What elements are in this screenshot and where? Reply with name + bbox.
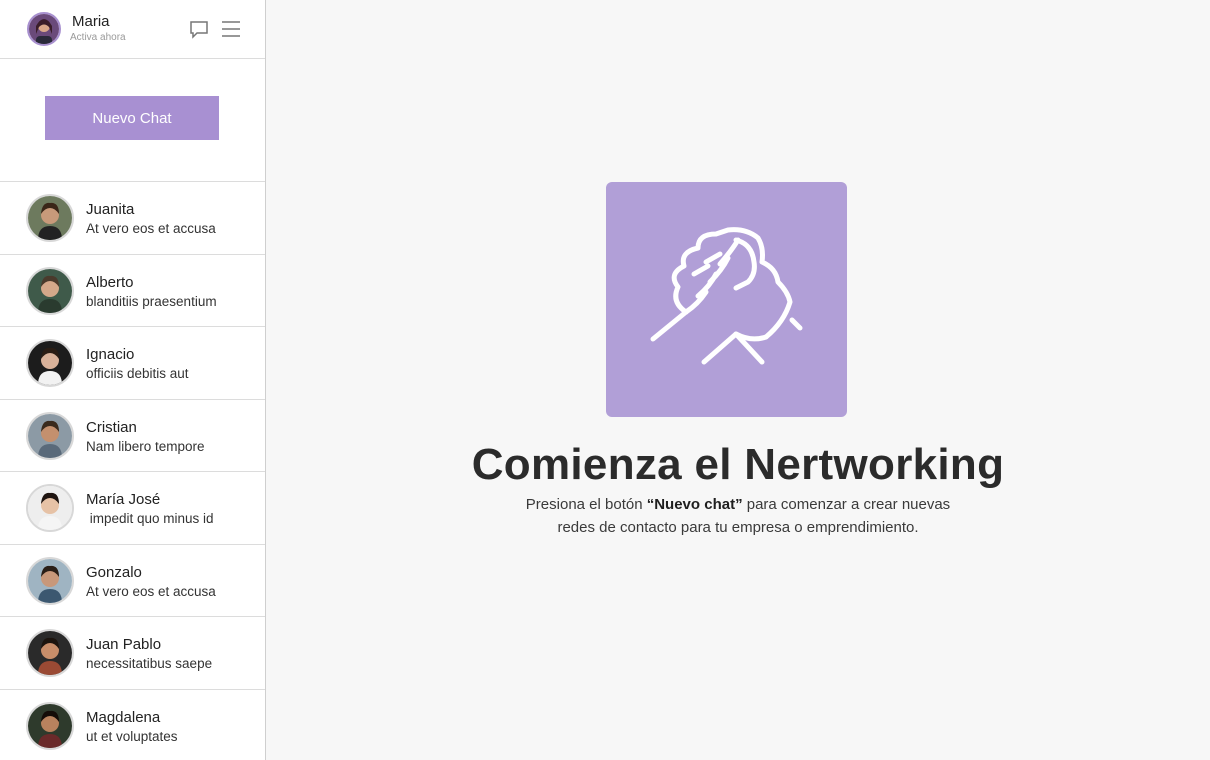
chat-list-item[interactable]: Alberto blanditiis praesentium bbox=[0, 255, 265, 327]
chat-list-item[interactable]: Cristian Nam libero tempore bbox=[0, 400, 265, 472]
hero-title: Comienza el Nertworking bbox=[471, 440, 1005, 489]
hero-illustration bbox=[606, 182, 847, 417]
last-message: At vero eos et accusa bbox=[86, 583, 216, 599]
contact-name: Ignacio bbox=[86, 346, 135, 363]
contact-name: María José bbox=[86, 491, 161, 508]
hero-desc-bold: “Nuevo chat” bbox=[646, 496, 743, 513]
chat-list-item[interactable]: Ignacio officiis debitis aut bbox=[0, 327, 265, 400]
chat-list-item[interactable]: María José impedit quo minus id bbox=[0, 472, 265, 545]
chat-list-item[interactable]: Gonzalo At vero eos et accusa bbox=[0, 545, 265, 617]
hamburger-menu-icon[interactable] bbox=[220, 18, 242, 40]
last-message: Nam libero tempore bbox=[86, 438, 205, 454]
chat-list-item[interactable]: Magdalena ut et voluptates bbox=[0, 690, 265, 760]
contact-avatar bbox=[26, 701, 74, 750]
contact-name: Cristian bbox=[86, 418, 137, 436]
last-message: impedit quo minus id bbox=[86, 511, 214, 526]
profile-header: Maria Activa ahora bbox=[0, 0, 265, 59]
contact-avatar bbox=[26, 411, 74, 460]
user-status: Activa ahora bbox=[70, 32, 126, 43]
chat-bubble-icon[interactable] bbox=[188, 18, 210, 40]
contact-avatar bbox=[26, 194, 74, 242]
new-chat-section: Nuevo Chat bbox=[0, 59, 265, 182]
contact-name: Gonzalo bbox=[86, 563, 142, 581]
chat-list-item[interactable]: Juanita At vero eos et accusa bbox=[0, 182, 265, 255]
hero-description: Presiona el botón “Nuevo chat” para come… bbox=[266, 493, 1210, 539]
last-message: officiis debitis aut bbox=[86, 366, 189, 381]
contact-avatar bbox=[26, 339, 74, 387]
hero-desc-after: para comenzar a crear nuevas bbox=[742, 496, 951, 513]
user-avatar[interactable] bbox=[27, 12, 61, 46]
contact-name: Juanita bbox=[86, 201, 135, 218]
last-message: blanditiis praesentium bbox=[86, 293, 217, 309]
contact-avatar bbox=[26, 629, 74, 677]
sidebar: Maria Activa ahora Nuevo Chat Juanita At … bbox=[0, 0, 266, 760]
main-panel: Comienza el Nertworking Presiona el botó… bbox=[266, 0, 1210, 760]
contact-name: Magdalena bbox=[86, 708, 161, 726]
handshake-icon bbox=[650, 227, 803, 365]
contact-name: Alberto bbox=[86, 273, 134, 291]
contact-avatar bbox=[26, 556, 74, 605]
contact-avatar bbox=[26, 484, 74, 532]
hero-desc-line2: redes de contacto para tu empresa o empr… bbox=[557, 519, 919, 536]
new-chat-button[interactable]: Nuevo Chat bbox=[45, 96, 219, 140]
user-name: Maria bbox=[72, 13, 110, 30]
hero-desc-before: Presiona el botón bbox=[525, 496, 647, 513]
last-message: ut et voluptates bbox=[86, 728, 178, 744]
contact-avatar bbox=[26, 266, 74, 315]
last-message: necessitatibus saepe bbox=[86, 656, 213, 671]
contact-name: Juan Pablo bbox=[86, 636, 162, 653]
chat-list: Juanita At vero eos et accusa Alberto bland… bbox=[0, 182, 265, 760]
chat-list-item[interactable]: Juan Pablo necessitatibus saepe bbox=[0, 617, 265, 690]
last-message: At vero eos et accusa bbox=[86, 221, 216, 236]
